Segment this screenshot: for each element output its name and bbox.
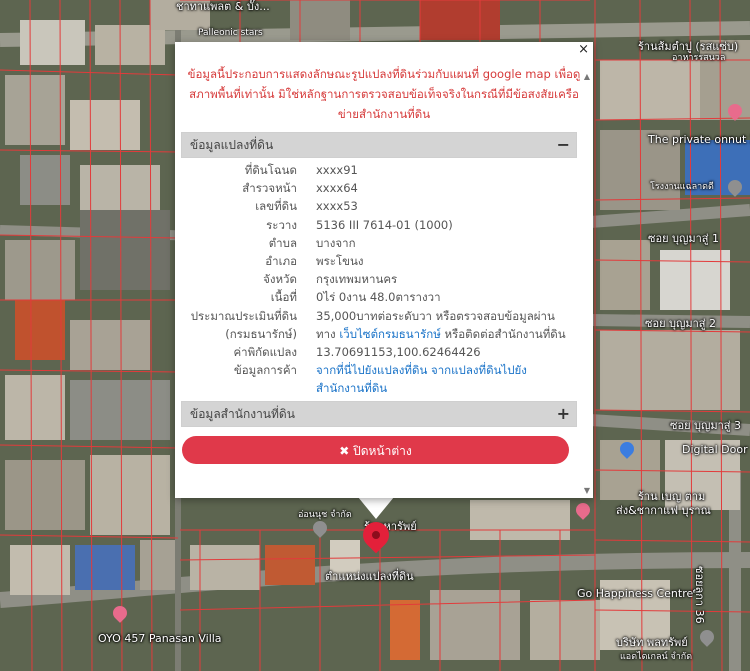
map-label[interactable]: OYO 457 Panasan Villa <box>98 632 222 645</box>
info-value: 0ไร่ 0งาน 48.0ตารางวา <box>316 290 441 305</box>
map-label[interactable]: ซอย บุญมาสู่ 3 <box>670 419 741 432</box>
map-label[interactable]: ชาทาแพลต & บั๊ง... <box>176 0 270 13</box>
info-key: ที่ดินโฉนด <box>244 163 297 177</box>
info-value: 5136 III 7614-01 (1000) <box>316 217 453 232</box>
price-key-line1: ประมาณประเมินที่ดิน <box>190 308 297 323</box>
land-info-popup: × ข้อมูลนี้ประกอบการแสดงลักษณะรูปแปลงที่… <box>175 42 593 498</box>
info-key: เนื้อที่ <box>270 290 297 305</box>
popup-tail <box>358 497 394 519</box>
price-key-line2: (กรมธนารักษ์) <box>225 326 297 341</box>
trade-key: ข้อมูลการค้า <box>233 363 297 378</box>
info-row: เนื้อที่ 0ไร่ 0งาน 48.0ตารางวา <box>181 288 577 306</box>
map-label[interactable]: The private onnut 3 <box>648 133 750 146</box>
info-value: xxxx91 <box>316 163 358 177</box>
price-key: ประมาณประเมินที่ดิน (กรมธนารักษ์) <box>191 307 297 343</box>
expand-icon[interactable]: + <box>557 402 570 426</box>
route-to-land-link[interactable]: จากที่นี่ไปยังแปลงที่ดิน <box>316 363 427 377</box>
map-label[interactable]: ร้านส้มตำปู (รสแซ่บ) <box>638 40 738 53</box>
info-row: อำเภอ พระโขนง <box>181 252 577 270</box>
office-info-section-header[interactable]: ข้อมูลสำนักงานที่ดิน + <box>181 401 577 427</box>
info-key: จังหวัด <box>263 272 297 287</box>
map-label[interactable]: Digital Door <box>682 443 748 456</box>
collapse-icon[interactable]: − <box>557 133 570 157</box>
info-value: xxxx53 <box>316 199 358 214</box>
close-icon[interactable]: × <box>578 42 589 57</box>
info-key: สำรวจหน้า <box>242 181 297 196</box>
info-value: กรุงเทพมหานคร <box>316 272 398 287</box>
land-info-table: ที่ดินโฉนด xxxx91 สำรวจหน้า xxxx64 เลขที… <box>181 161 577 397</box>
disclaimer-notice: ข้อมูลนี้ประกอบการแสดงลักษณะรูปแปลงที่ดิ… <box>187 67 581 121</box>
coords-link[interactable]: 13.70691153,100.62464426 <box>316 343 572 361</box>
office-info-section-title: ข้อมูลสำนักงานที่ดิน <box>190 407 295 421</box>
map-label[interactable]: Go Happiness Centre <box>577 587 693 600</box>
land-info-section-title: ข้อมูลแปลงที่ดิน <box>190 138 274 152</box>
info-row: เลขที่ดิน xxxx53 <box>181 197 577 215</box>
info-value: พระโขนง <box>316 253 364 268</box>
treasury-website-link[interactable]: เว็บไซต์กรมธนารักษ์ <box>339 327 441 341</box>
map-label[interactable]: ส่ง&ชากาแฟ บุราณ <box>616 504 711 517</box>
map-label[interactable]: ซอย บุญมาสู่ 1 <box>648 232 719 245</box>
map-label[interactable]: Palleonic stars <box>198 28 263 39</box>
coords-row: ค่าพิกัดแปลง 13.70691153,100.62464426 <box>181 343 577 361</box>
map-label[interactable]: บริษัท พลทรัพย์ <box>616 636 688 649</box>
info-key: อำเภอ <box>265 253 297 268</box>
map-label[interactable]: ตำแหน่งแปลงที่ดิน <box>325 570 414 583</box>
info-row: ตำบล บางจาก <box>181 234 577 252</box>
info-row: สำรวจหน้า xxxx64 <box>181 179 577 197</box>
info-key: เลขที่ดิน <box>255 199 297 214</box>
price-contact-text: หรือติดต่อสำนักงานที่ดิน <box>444 326 566 341</box>
info-key: ระวาง <box>266 217 297 232</box>
close-window-button[interactable]: ✖ ปิดหน้าต่าง <box>182 436 569 464</box>
map-label[interactable]: โรงงานแฉลาดดี <box>650 182 714 193</box>
coords-key: ค่าพิกัดแปลง <box>233 344 297 359</box>
scroll-down-icon[interactable]: ▼ <box>584 486 590 495</box>
info-row: ระวาง 5136 III 7614-01 (1000) <box>181 216 577 234</box>
map-label[interactable]: ซอย บุญมาสู่ 2 <box>645 317 716 330</box>
map-label[interactable]: อาหารรสนวล <box>672 53 725 64</box>
info-value: บางจาก <box>316 235 356 250</box>
price-row: ประมาณประเมินที่ดิน (กรมธนารักษ์) 35,000บ… <box>181 307 577 343</box>
trade-links: จากที่นี่ไปยังแปลงที่ดิน จากแปลงที่ดินไป… <box>316 361 572 397</box>
price-value: 35,000บาทต่อระดับวา หรือตรวจสอบข้อมูลผ่า… <box>316 307 572 343</box>
land-info-section-header[interactable]: ข้อมูลแปลงที่ดิน − <box>181 132 577 158</box>
map-label[interactable]: ร้าน เบญ ตาม <box>638 490 705 503</box>
info-row: จังหวัด กรุงเทพมหานคร <box>181 270 577 288</box>
scroll-up-icon[interactable]: ▲ <box>584 72 590 81</box>
map-label[interactable]: ซอยลูกา 36 <box>693 566 706 624</box>
info-row: ที่ดินโฉนด xxxx91 <box>181 161 577 179</box>
info-key: ตำบล <box>268 235 297 250</box>
info-value: xxxx64 <box>316 181 358 196</box>
trade-row: ข้อมูลการค้า จากที่นี่ไปยังแปลงที่ดิน จา… <box>181 361 577 397</box>
map-label[interactable]: อ่อนนุช จำกัด <box>298 510 352 521</box>
map-label[interactable]: แอดไดเกลน์ จำกัด <box>620 652 692 663</box>
